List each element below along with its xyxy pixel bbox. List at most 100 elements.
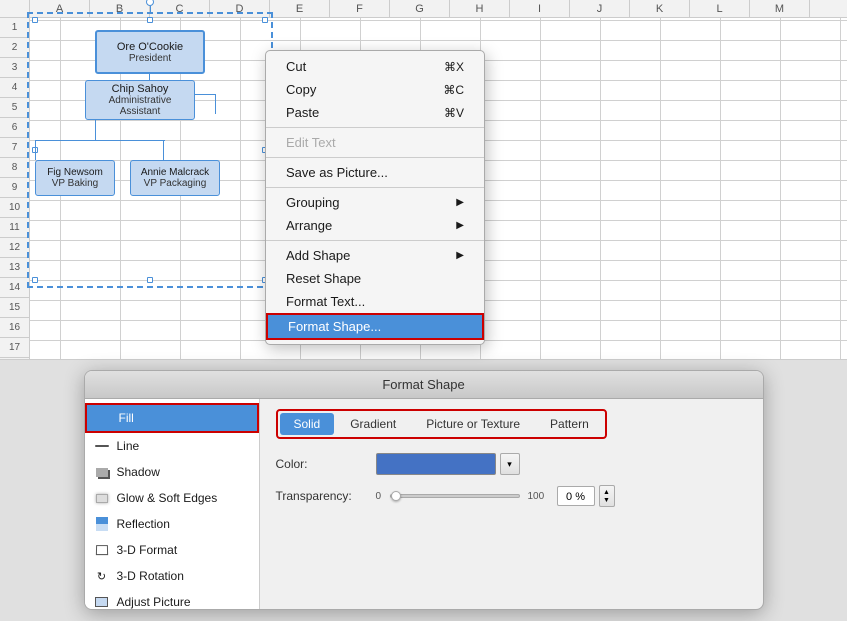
org-node-admin[interactable]: Chip Sahoy Administrative Assistant [85,80,195,120]
menu-cut-label: Cut [286,59,306,74]
transparency-value-box[interactable]: 0 % [557,486,595,506]
menu-arrange-label: Arrange [286,218,332,233]
sidebar-line-label: Line [117,439,140,453]
menu-item-cut[interactable]: Cut ⌘X [266,55,484,78]
menu-item-copy[interactable]: Copy ⌘C [266,78,484,101]
menu-item-edit-text: Edit Text [266,131,484,154]
3d-format-icon [93,541,111,559]
vp-packaging-name: Annie Malcrack [141,167,209,178]
sidebar-item-line[interactable]: Line [85,433,259,459]
picture-icon [93,593,111,610]
menu-add-shape-arrow: ▶ [456,250,464,261]
vp-baking-title: VP Baking [52,178,99,189]
menu-paste-shortcut: ⌘V [444,106,464,120]
menu-copy-shortcut: ⌘C [443,83,464,97]
connector-v4 [215,94,216,114]
sidebar-item-glow[interactable]: Glow & Soft Edges [85,485,259,511]
handle-tl[interactable] [32,17,38,23]
sidebar-reflection-label: Reflection [117,517,170,531]
sidebar-item-3d-rotation[interactable]: ↻ 3-D Rotation [85,563,259,589]
menu-reset-shape-label: Reset Shape [286,271,361,286]
reflection-icon [93,515,111,533]
admin-title2: Assistant [120,106,161,117]
tab-picture-texture[interactable]: Picture or Texture [412,413,534,435]
org-chart: Ore O'Cookie President Chip Sahoy Admini… [35,20,265,280]
transparency-slider-thumb[interactable] [391,491,401,501]
menu-separator-2 [266,157,484,158]
color-dropdown-button[interactable]: ▾ [500,453,520,475]
menu-edit-text-label: Edit Text [286,135,336,150]
handle-bl[interactable] [32,277,38,283]
3d-rotation-icon: ↻ [93,567,111,585]
connector-admin-vr [163,140,164,160]
menu-item-save-as-picture[interactable]: Save as Picture... [266,161,484,184]
menu-item-paste[interactable]: Paste ⌘V [266,101,484,124]
sidebar-item-shadow[interactable]: Shadow [85,459,259,485]
tab-gradient[interactable]: Gradient [336,413,410,435]
connector-admin-vl [35,140,36,160]
color-swatch[interactable] [376,453,496,475]
row-headers: 1 2 3 4 5 6 7 8 9 10 11 12 13 14 15 16 1… [0,18,30,359]
bottom-section: Format Shape Fill Line [0,360,847,621]
menu-item-arrange[interactable]: Arrange ▶ [266,214,484,237]
handle-bm[interactable] [147,277,153,283]
menu-separator-1 [266,127,484,128]
admin-name: Chip Sahoy [112,83,169,95]
menu-item-format-text[interactable]: Format Text... [266,290,484,313]
vp-baking-name: Fig Newsom [47,167,103,178]
sidebar-3d-rotation-label: 3-D Rotation [117,569,184,583]
vp-packaging-title: VP Packaging [144,178,207,189]
menu-format-shape-label: Format Shape... [288,319,381,334]
dialog-content: Solid Gradient Picture or Texture Patter… [260,399,763,609]
rotation-connector [150,6,151,12]
sidebar-item-3d-format[interactable]: 3-D Format [85,537,259,563]
org-node-president[interactable]: Ore O'Cookie President [95,30,205,74]
menu-item-grouping[interactable]: Grouping ▶ [266,191,484,214]
org-node-vp-packaging[interactable]: Annie Malcrack VP Packaging [130,160,220,196]
menu-grouping-label: Grouping [286,195,339,210]
org-node-vp-baking[interactable]: Fig Newsom VP Baking [35,160,115,196]
sidebar-item-adjust-picture[interactable]: Adjust Picture [85,589,259,610]
slider-max-value: 100 [528,491,553,502]
sidebar-fill-label: Fill [119,411,134,425]
sidebar-glow-label: Glow & Soft Edges [117,491,218,505]
tab-pattern[interactable]: Pattern [536,413,603,435]
transparency-stepper[interactable]: ▲ ▼ [599,485,615,507]
president-title: President [129,53,171,64]
handle-tr[interactable] [262,17,268,23]
stepper-up-icon: ▲ [603,489,610,496]
menu-item-format-shape[interactable]: Format Shape... [266,313,484,340]
sidebar-item-fill[interactable]: Fill [85,403,259,433]
president-name: Ore O'Cookie [117,41,183,53]
menu-copy-label: Copy [286,82,316,97]
color-row: Color: ▾ [276,453,747,475]
menu-format-text-label: Format Text... [286,294,365,309]
sidebar-item-reflection[interactable]: Reflection [85,511,259,537]
color-label: Color: [276,457,376,471]
transparency-label: Transparency: [276,489,376,503]
handle-tm[interactable] [147,17,153,23]
dialog-body: Fill Line Shadow [85,399,763,609]
glow-icon [93,489,111,507]
connector-admin-v1 [95,120,96,140]
connector-admin-h1 [35,140,165,141]
tab-solid[interactable]: Solid [280,413,335,435]
slider-min-value: 0 [376,491,386,502]
menu-paste-label: Paste [286,105,319,120]
menu-add-shape-label: Add Shape [286,248,350,263]
dialog-sidebar: Fill Line Shadow [85,399,260,609]
menu-item-reset-shape[interactable]: Reset Shape [266,267,484,290]
sidebar-adjust-picture-label: Adjust Picture [117,595,191,609]
sidebar-shadow-label: Shadow [117,465,160,479]
fill-icon [95,409,113,427]
menu-separator-3 [266,187,484,188]
menu-item-add-shape[interactable]: Add Shape ▶ [266,244,484,267]
transparency-slider-track[interactable] [390,494,520,498]
shadow-icon [93,463,111,481]
sidebar-3d-format-label: 3-D Format [117,543,178,557]
admin-title: Administrative [109,95,172,106]
format-shape-dialog: Format Shape Fill Line [84,370,764,610]
menu-save-as-picture-label: Save as Picture... [286,165,388,180]
menu-cut-shortcut: ⌘X [444,60,464,74]
color-swatch-container: ▾ [376,453,520,475]
